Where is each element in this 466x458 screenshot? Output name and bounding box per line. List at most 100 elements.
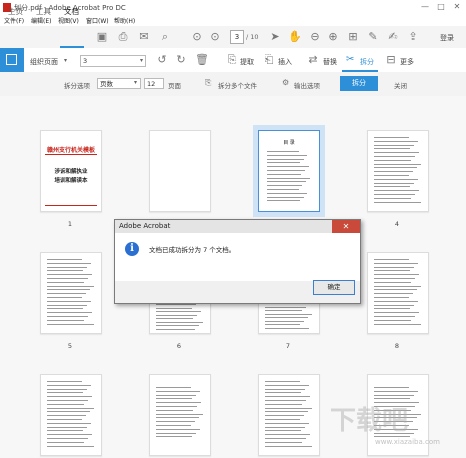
close-split-button[interactable]: 关闭 xyxy=(394,80,407,90)
text-line xyxy=(265,426,305,428)
text-line xyxy=(267,151,299,152)
text-line xyxy=(265,384,309,386)
save-icon[interactable]: ▣ xyxy=(95,30,109,44)
more-button[interactable]: 更多 xyxy=(400,57,414,67)
text-line xyxy=(374,319,412,321)
rotate-left-icon[interactable]: ↺ xyxy=(155,53,169,67)
fit-page-icon[interactable]: ⊞ xyxy=(346,30,360,44)
organize-pages-label[interactable]: 组织页面 xyxy=(30,57,58,67)
split-label: 拆分 xyxy=(360,58,374,66)
page-thumbnail[interactable] xyxy=(258,374,320,456)
menu-window[interactable]: 窗口(W) xyxy=(86,16,109,25)
ok-button[interactable]: 确定 xyxy=(313,280,355,295)
red-rule xyxy=(45,154,97,155)
menu-file[interactable]: 文件(F) xyxy=(4,16,24,25)
insert-icon[interactable]: ⎗ xyxy=(262,53,276,67)
page-thumbnail-selected[interactable]: 目 录 xyxy=(253,125,325,217)
text-line xyxy=(47,274,93,276)
text-line xyxy=(374,278,416,279)
select-tool-icon[interactable]: ➤ xyxy=(268,30,282,44)
extract-button[interactable]: 提取 xyxy=(240,57,254,67)
page-number: 5 xyxy=(67,342,73,350)
page-count-input[interactable]: 12 xyxy=(144,78,164,89)
text-line xyxy=(374,190,420,192)
text-line xyxy=(156,318,194,319)
menu-view[interactable]: 视图(V) xyxy=(58,16,79,25)
info-icon: i xyxy=(125,242,139,256)
text-line xyxy=(374,304,414,306)
tab-document[interactable]: 文档 xyxy=(64,6,79,17)
extract-icon[interactable]: ⎘ xyxy=(225,53,239,67)
text-line xyxy=(156,432,196,434)
text-line xyxy=(265,445,312,447)
page-number-input[interactable]: 3 xyxy=(230,30,244,44)
red-bottom-rule xyxy=(45,205,97,206)
text-line xyxy=(374,312,420,314)
output-options-button[interactable]: 输出选项 xyxy=(294,80,320,90)
zoom-in-icon[interactable]: ⊕ xyxy=(326,30,340,44)
next-page-icon[interactable]: ⊙ xyxy=(208,30,222,44)
multi-files-icon: ⎘ xyxy=(205,78,212,87)
tab-tools[interactable]: 工具 xyxy=(36,6,51,17)
chevron-down-icon[interactable]: ▾ xyxy=(64,57,67,64)
mail-icon[interactable]: ✉ xyxy=(137,30,151,44)
text-line xyxy=(374,163,421,165)
text-line xyxy=(374,201,421,203)
side-panel-toggle[interactable] xyxy=(0,48,24,72)
text-line xyxy=(374,316,416,317)
page-thumbnail[interactable] xyxy=(149,374,211,456)
share-icon[interactable]: ⇪ xyxy=(406,30,420,44)
text-line xyxy=(47,300,91,302)
text-line xyxy=(265,396,311,398)
prev-page-icon[interactable]: ⊙ xyxy=(190,30,204,44)
delete-icon[interactable]: 🗑 xyxy=(195,53,209,67)
close-window-button[interactable]: ✕ xyxy=(452,2,462,12)
login-link[interactable]: 登录 xyxy=(440,33,454,43)
page-thumbnail[interactable] xyxy=(149,130,211,212)
text-line xyxy=(47,407,94,409)
split-multiple-files-button[interactable]: 拆分多个文件 xyxy=(218,80,257,90)
page-thumbnail[interactable]: 赣州支行机关模板 涉诉和解执业 培训和解读本 xyxy=(40,130,102,212)
page-range-select[interactable]: 3 xyxy=(80,55,146,67)
text-line xyxy=(265,411,308,413)
hand-tool-icon[interactable]: ✋ xyxy=(288,30,302,44)
text-line xyxy=(265,430,301,432)
dialog-close-button[interactable]: ✕ xyxy=(332,220,360,233)
maximize-button[interactable]: □ xyxy=(436,2,446,12)
print-icon[interactable]: ⎙ xyxy=(116,30,130,44)
page-thumbnail[interactable] xyxy=(367,252,429,334)
insert-button[interactable]: 插入 xyxy=(278,57,292,67)
minimize-button[interactable]: — xyxy=(420,2,430,12)
text-line xyxy=(265,388,305,390)
text-line xyxy=(265,381,300,382)
replace-button[interactable]: 替换 xyxy=(323,57,337,67)
thumb-title-line-1: 涉诉和解执业 xyxy=(54,169,88,175)
text-line xyxy=(374,156,416,157)
replace-icon[interactable]: ⇄ xyxy=(306,53,320,67)
output-options-icon: ⚙ xyxy=(282,78,290,87)
split-by-chevron-icon[interactable]: ▾ xyxy=(134,79,137,86)
text-line xyxy=(374,259,409,260)
rotate-right-icon[interactable]: ↻ xyxy=(174,53,188,67)
text-line xyxy=(265,403,303,405)
zoom-out-icon[interactable]: ⊖ xyxy=(308,30,322,44)
page-thumbnail[interactable] xyxy=(40,374,102,456)
text-line xyxy=(47,419,82,420)
range-chevron-icon[interactable]: ▾ xyxy=(140,57,143,64)
split-tool[interactable]: ✂ 拆分 xyxy=(342,50,378,72)
text-line xyxy=(267,170,305,171)
menu-help[interactable]: 帮助(H) xyxy=(114,16,135,25)
page-thumbnail[interactable] xyxy=(367,130,429,212)
sign-icon[interactable]: ✍ xyxy=(386,30,400,44)
page-number: 6 xyxy=(176,342,182,350)
search-icon[interactable]: ⌕ xyxy=(158,30,172,44)
text-line xyxy=(267,177,310,179)
menu-edit[interactable]: 编辑(E) xyxy=(31,16,51,25)
comment-icon[interactable]: ✎ xyxy=(366,30,380,44)
toc-heading: 目 录 xyxy=(283,140,295,146)
tab-home[interactable]: 主页 xyxy=(8,6,23,17)
split-button[interactable]: 拆分 xyxy=(340,76,378,91)
more-icon[interactable]: ⊟ xyxy=(384,53,398,67)
page-thumbnail[interactable] xyxy=(40,252,102,334)
text-line xyxy=(156,413,203,415)
